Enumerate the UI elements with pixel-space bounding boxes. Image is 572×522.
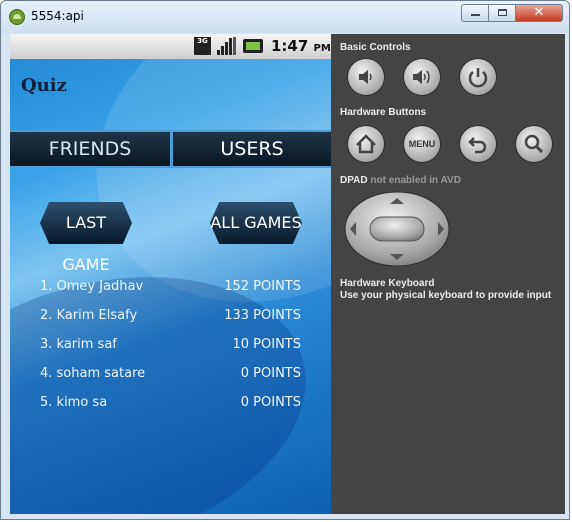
player-points: 152 POINTS xyxy=(224,279,301,294)
player-points: 0 POINTS xyxy=(240,395,301,410)
status-bar: 3G 1:47 PM xyxy=(10,34,331,59)
back-button[interactable] xyxy=(460,126,496,162)
window-title: 5554:api xyxy=(31,9,84,23)
tab-users[interactable]: USERS xyxy=(173,130,331,168)
last-game-button[interactable]: LAST GAME xyxy=(40,202,132,274)
player-points: 133 POINTS xyxy=(224,308,301,323)
keyboard-title: Hardware Keyboard xyxy=(340,278,435,289)
maximize-icon xyxy=(497,9,507,16)
all-games-button[interactable]: ALL GAMES xyxy=(210,202,302,244)
keyboard-info: Hardware Keyboard Use your physical keyb… xyxy=(340,278,551,302)
basic-controls-heading: Basic Controls xyxy=(340,42,411,53)
emulator-window: 5554:api ✕ 3G 1:47 PM Quiz FRIENDS USERS xyxy=(0,0,570,520)
app-title: Quiz xyxy=(21,75,67,96)
dpad-label: DPAD xyxy=(340,175,368,186)
emulator-content: 3G 1:47 PM Quiz FRIENDS USERS LAST GAME … xyxy=(10,34,565,514)
home-icon xyxy=(356,134,376,154)
power-button[interactable] xyxy=(460,59,496,95)
search-icon xyxy=(524,134,544,154)
battery-icon xyxy=(243,39,263,53)
phone-screen: 3G 1:47 PM Quiz FRIENDS USERS LAST GAME … xyxy=(10,34,331,514)
list-item[interactable]: 5. kimo sa 0 POINTS xyxy=(40,395,310,424)
player-name: 2. Karim Elsafy xyxy=(40,308,138,323)
player-name: 5. kimo sa xyxy=(40,395,108,410)
maximize-button[interactable] xyxy=(488,4,516,22)
tab-bar: FRIENDS USERS xyxy=(10,130,331,168)
clock-ampm: PM xyxy=(313,43,331,54)
keyboard-note: Use your physical keyboard to provide in… xyxy=(340,290,552,301)
search-button[interactable] xyxy=(516,126,552,162)
back-icon xyxy=(468,137,487,154)
menu-label: MENU xyxy=(408,139,436,149)
player-points: 0 POINTS xyxy=(240,366,301,381)
list-item[interactable]: 3. karim saf 10 POINTS xyxy=(40,337,310,366)
list-item[interactable]: 2. Karim Elsafy 133 POINTS xyxy=(40,308,310,337)
dpad-icon xyxy=(344,191,450,267)
signal-icon xyxy=(217,37,237,55)
network-3g-icon: 3G xyxy=(194,37,211,55)
player-name: 3. karim saf xyxy=(40,337,117,352)
list-item[interactable]: 1. Omey Jadhav 152 POINTS xyxy=(40,279,310,308)
volume-up-icon xyxy=(413,70,430,84)
power-icon xyxy=(468,68,488,88)
minimize-button[interactable] xyxy=(461,4,489,22)
player-points: 10 POINTS xyxy=(232,337,302,352)
hardware-buttons-heading: Hardware Buttons xyxy=(340,107,427,118)
minimize-icon xyxy=(470,14,480,16)
list-item[interactable]: 4. soham satare 0 POINTS xyxy=(40,366,310,395)
android-icon xyxy=(9,9,25,25)
title-bar: 5554:api ✕ xyxy=(1,1,569,33)
dpad-heading: DPAD not enabled in AVD xyxy=(340,175,461,186)
player-name: 4. soham satare xyxy=(40,366,146,381)
volume-up-button[interactable] xyxy=(404,59,440,95)
tab-friends[interactable]: FRIENDS xyxy=(10,130,170,168)
player-name: 1. Omey Jadhav xyxy=(40,279,144,294)
menu-button[interactable]: MENU xyxy=(404,126,440,162)
home-button[interactable] xyxy=(348,126,384,162)
leaderboard-list: 1. Omey Jadhav 152 POINTS 2. Karim Elsaf… xyxy=(40,279,310,424)
close-button[interactable]: ✕ xyxy=(515,4,563,22)
all-games-label: ALL GAMES xyxy=(210,213,302,232)
control-panel: Basic Controls Hardware Buttons MENU DPA… xyxy=(331,34,565,514)
last-game-label: LAST GAME xyxy=(62,213,110,274)
status-time: 1:47 PM xyxy=(271,37,331,55)
volume-down-icon xyxy=(359,70,372,84)
dpad-note: not enabled in AVD xyxy=(370,175,461,186)
volume-down-button[interactable] xyxy=(348,59,384,95)
close-icon: ✕ xyxy=(533,5,545,20)
clock-time: 1:47 xyxy=(271,37,309,55)
dpad-control[interactable] xyxy=(344,191,450,267)
